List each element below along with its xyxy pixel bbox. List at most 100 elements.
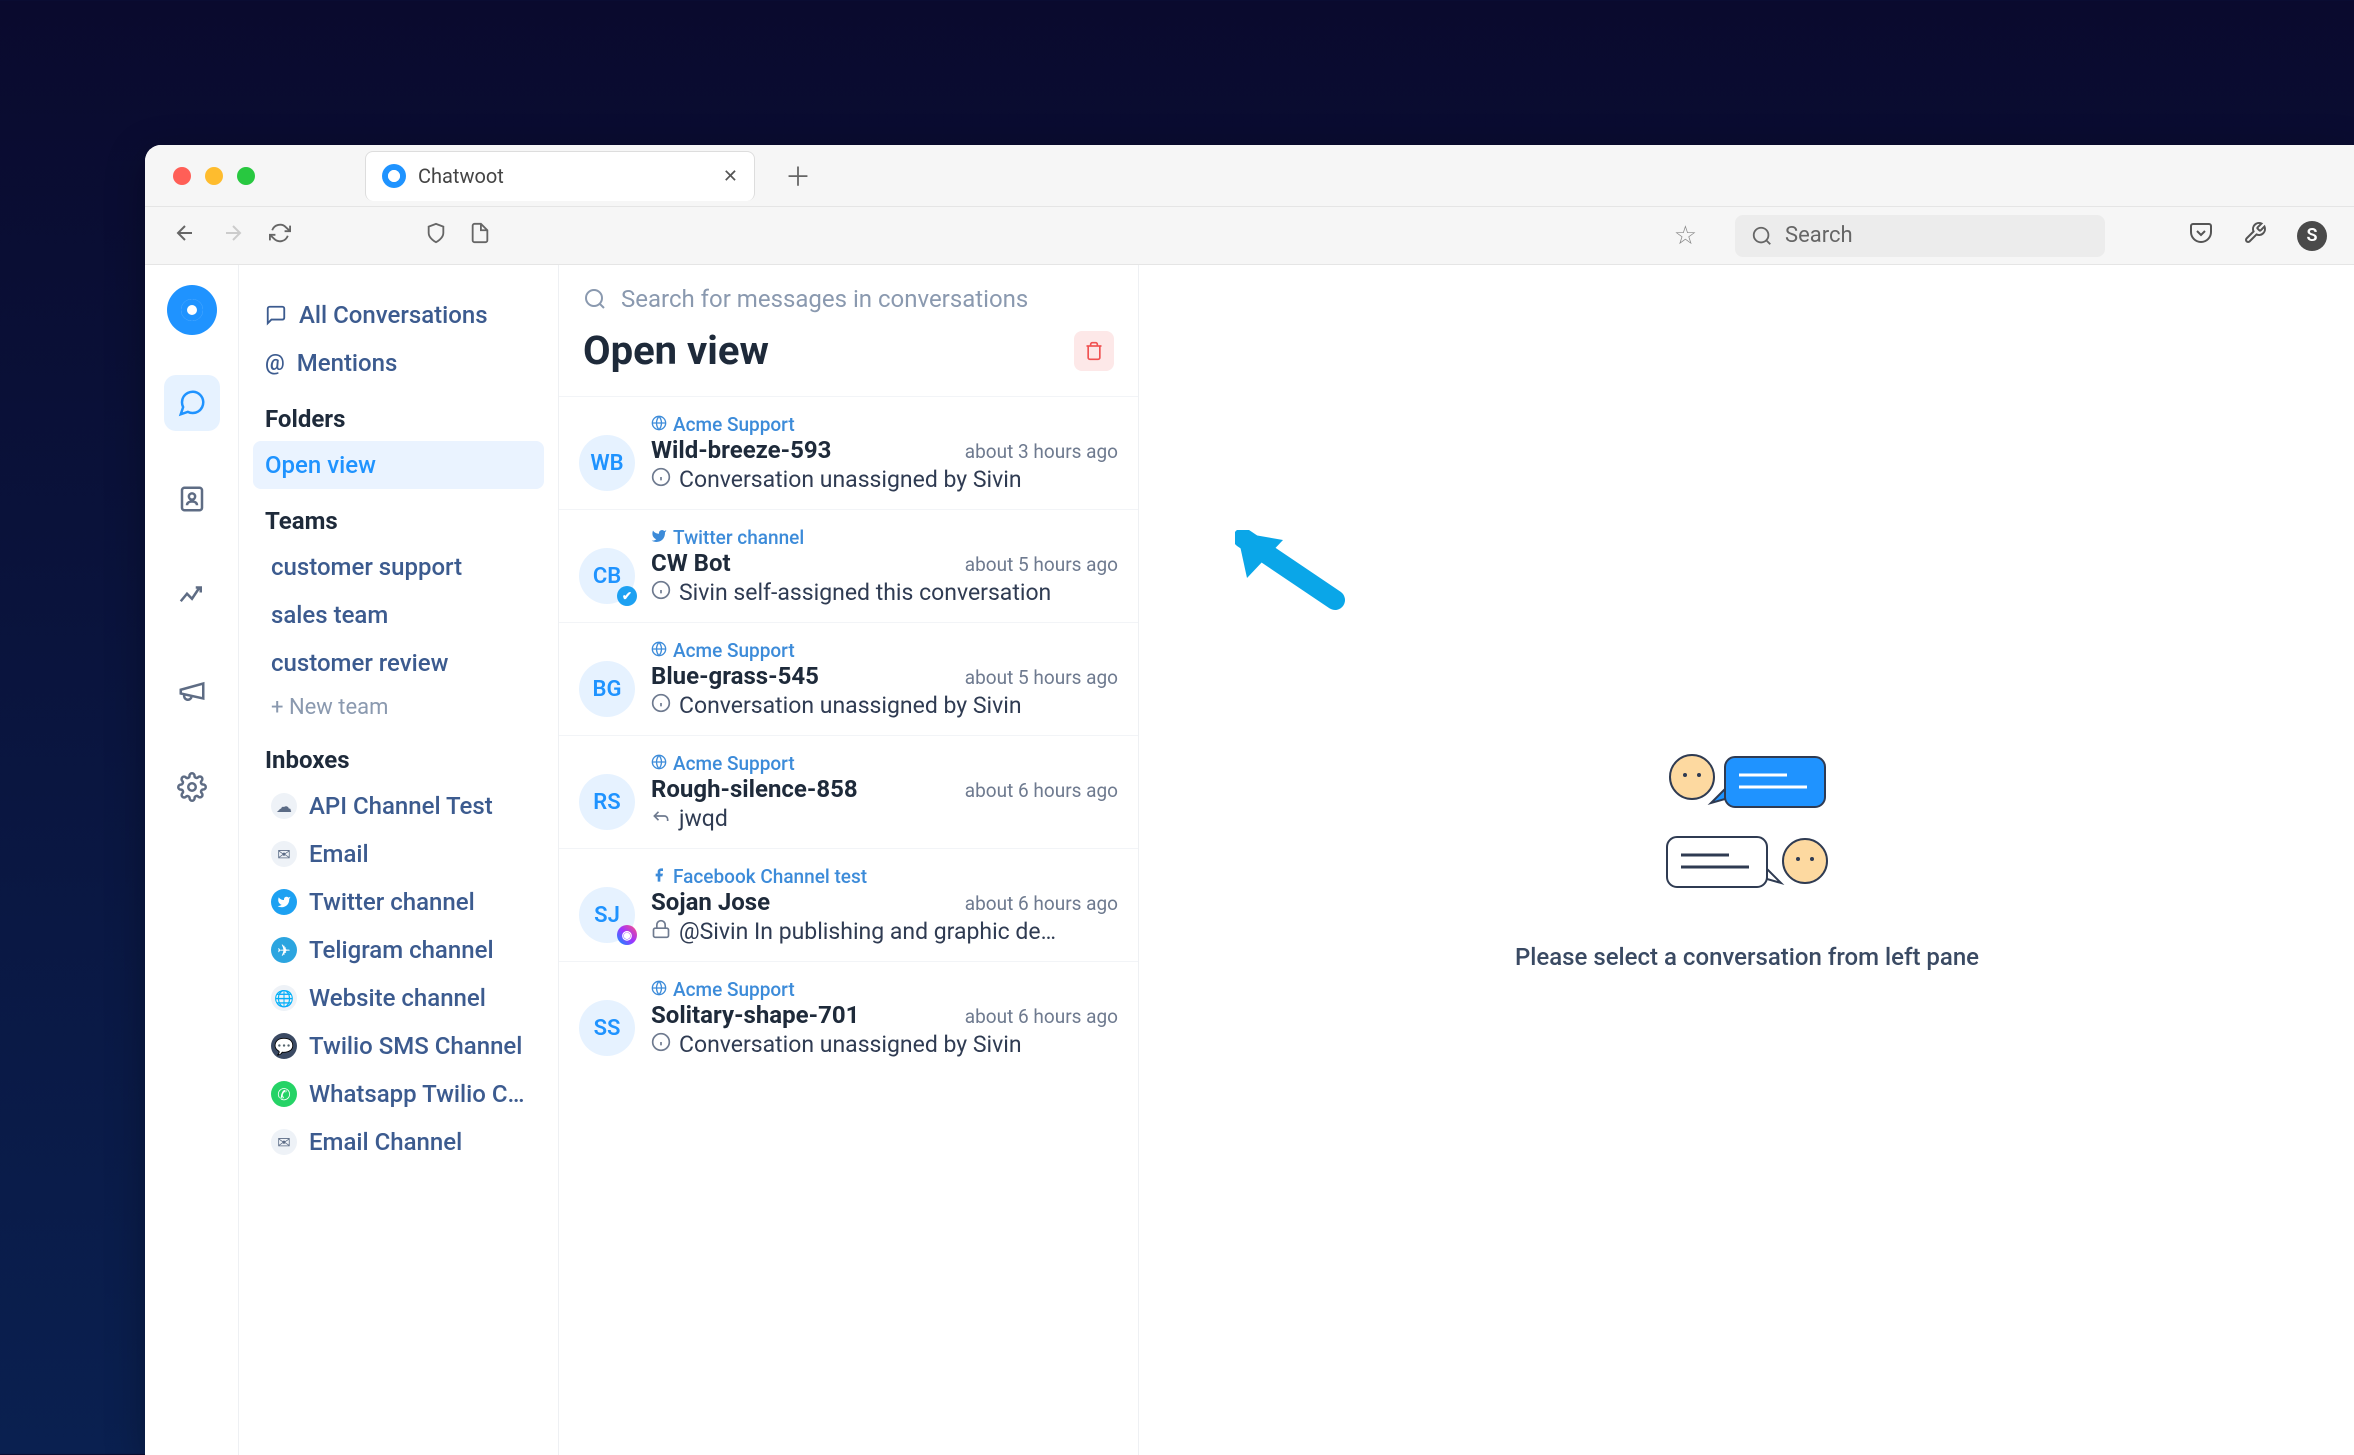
conversation-item[interactable]: SJ◉ Facebook Channel test Sojan Jose abo… <box>559 848 1138 961</box>
empty-state-text: Please select a conversation from left p… <box>1515 943 1979 971</box>
sidebar-inboxes-heading: Inboxes <box>253 728 544 782</box>
pocket-icon[interactable] <box>2189 221 2213 251</box>
conversation-channel: Acme Support <box>651 639 1118 662</box>
conversation-time: about 3 hours ago <box>965 440 1118 463</box>
conversation-avatar: RS <box>579 774 635 830</box>
sidebar-teams-heading: Teams <box>253 489 544 543</box>
conversation-message: jwqd <box>651 805 1118 832</box>
message-type-icon <box>651 805 671 832</box>
whatsapp-icon: ✆ <box>271 1081 297 1107</box>
delete-view-button[interactable] <box>1074 331 1114 371</box>
shield-icon[interactable] <box>425 222 447 250</box>
chat-icon: 💬 <box>271 1033 297 1059</box>
sidebar-inbox-whatsapp[interactable]: ✆Whatsapp Twilio C… <box>253 1070 544 1118</box>
channel-icon <box>651 752 667 775</box>
sidebar-inbox-api[interactable]: ☁API Channel Test <box>253 782 544 830</box>
sidebar-team-sales[interactable]: sales team <box>253 591 544 639</box>
reload-button[interactable] <box>269 222 291 250</box>
sidebar-mentions[interactable]: @ Mentions <box>253 339 544 387</box>
conversation-name: Blue-grass-545 <box>651 662 819 690</box>
channel-icon <box>651 978 667 1001</box>
profile-badge[interactable]: S <box>2297 221 2327 251</box>
conversation-panel: Search for messages in conversations Ope… <box>559 265 1139 1455</box>
tab-title: Chatwoot <box>418 164 711 188</box>
browser-search-box[interactable]: Search <box>1735 215 2105 257</box>
message-type-icon <box>651 466 671 493</box>
channel-icon <box>651 865 667 888</box>
conversation-item[interactable]: CB✔ Twitter channel CW Bot about 5 hours… <box>559 509 1138 622</box>
message-type-icon <box>651 579 671 606</box>
conversation-message: @Sivin In publishing and graphic de… <box>651 918 1118 945</box>
close-tab-icon[interactable]: ✕ <box>723 166 738 187</box>
tab-favicon-icon <box>382 164 406 188</box>
devtools-icon[interactable] <box>2243 221 2267 251</box>
message-type-icon <box>651 918 671 945</box>
conversation-name: Rough-silence-858 <box>651 775 858 803</box>
rail-reports[interactable] <box>164 567 220 623</box>
rail-conversations[interactable] <box>164 375 220 431</box>
conversation-name: Solitary-shape-701 <box>651 1001 859 1029</box>
channel-icon <box>651 639 667 662</box>
conversation-avatar: SS <box>579 1000 635 1056</box>
sidebar-team-customer-support[interactable]: customer support <box>253 543 544 591</box>
conversation-message: Conversation unassigned by Sivin <box>651 1031 1118 1058</box>
rail-campaigns[interactable] <box>164 663 220 719</box>
conversation-message: Conversation unassigned by Sivin <box>651 692 1118 719</box>
cloud-icon: ☁ <box>271 793 297 819</box>
empty-state-illustration-icon <box>1657 749 1837 913</box>
close-window-button[interactable] <box>173 167 191 185</box>
bookmark-icon[interactable]: ☆ <box>1674 221 1697 251</box>
conversation-message: Conversation unassigned by Sivin <box>651 466 1118 493</box>
conversation-time: about 6 hours ago <box>965 779 1118 802</box>
minimize-window-button[interactable] <box>205 167 223 185</box>
sidebar-inbox-email-channel[interactable]: ✉Email Channel <box>253 1118 544 1166</box>
conversation-avatar: WB <box>579 435 635 491</box>
rail-settings[interactable] <box>164 759 220 815</box>
conversation-name: CW Bot <box>651 549 731 577</box>
new-team-button[interactable]: + New team <box>253 687 544 728</box>
sidebar-all-conversations[interactable]: All Conversations <box>253 291 544 339</box>
conversation-time: about 5 hours ago <box>965 666 1118 689</box>
sidebar-inbox-email[interactable]: ✉Email <box>253 830 544 878</box>
toolbar-right: S <box>2189 221 2327 251</box>
sidebar-inbox-telegram[interactable]: ✈Teligram channel <box>253 926 544 974</box>
browser-window: Chatwoot ✕ ＋ ☆ Search S <box>145 145 2354 1455</box>
conversation-message: Sivin self-assigned this conversation <box>651 579 1118 606</box>
conversation-avatar: CB✔ <box>579 548 635 604</box>
sidebar-inbox-twilio-sms[interactable]: 💬Twilio SMS Channel <box>253 1022 544 1070</box>
conversation-item[interactable]: BG Acme Support Blue-grass-545 about 5 h… <box>559 622 1138 735</box>
conversation-item[interactable]: RS Acme Support Rough-silence-858 about … <box>559 735 1138 848</box>
back-button[interactable] <box>173 221 197 251</box>
sidebar-folder-open-view[interactable]: Open view <box>253 441 544 489</box>
sidebar-team-customer-review[interactable]: customer review <box>253 639 544 687</box>
conversation-avatar: SJ◉ <box>579 887 635 943</box>
sidebar-inbox-twitter[interactable]: Twitter channel <box>253 878 544 926</box>
message-type-icon <box>651 1031 671 1058</box>
app-logo-icon[interactable] <box>167 285 217 335</box>
page-info-icon[interactable] <box>469 222 491 250</box>
conversation-channel: Acme Support <box>651 413 1118 436</box>
chatwoot-app: All Conversations @ Mentions Folders Ope… <box>145 265 2354 1455</box>
browser-tab[interactable]: Chatwoot ✕ <box>365 151 755 201</box>
conversation-time: about 6 hours ago <box>965 892 1118 915</box>
urlbar-icons <box>425 222 491 250</box>
forward-button[interactable] <box>221 221 245 251</box>
window-controls <box>173 167 255 185</box>
sidebar-inbox-website[interactable]: 🌐Website channel <box>253 974 544 1022</box>
conversation-name: Sojan Jose <box>651 888 770 916</box>
telegram-icon: ✈ <box>271 937 297 963</box>
conversation-title: Open view <box>583 327 769 374</box>
main-panel: Please select a conversation from left p… <box>1139 265 2354 1455</box>
channel-badge-icon: ✔ <box>617 586 637 606</box>
new-tab-button[interactable]: ＋ <box>785 157 811 194</box>
sidebar: All Conversations @ Mentions Folders Ope… <box>239 265 559 1455</box>
rail-contacts[interactable] <box>164 471 220 527</box>
conversation-channel: Facebook Channel test <box>651 865 1118 888</box>
conversation-item[interactable]: WB Acme Support Wild-breeze-593 about 3 … <box>559 396 1138 509</box>
conversation-channel: Acme Support <box>651 978 1118 1001</box>
maximize-window-button[interactable] <box>237 167 255 185</box>
conversation-time: about 5 hours ago <box>965 553 1118 576</box>
conversation-search[interactable]: Search for messages in conversations <box>559 265 1138 323</box>
search-icon <box>583 287 607 311</box>
conversation-item[interactable]: SS Acme Support Solitary-shape-701 about… <box>559 961 1138 1074</box>
